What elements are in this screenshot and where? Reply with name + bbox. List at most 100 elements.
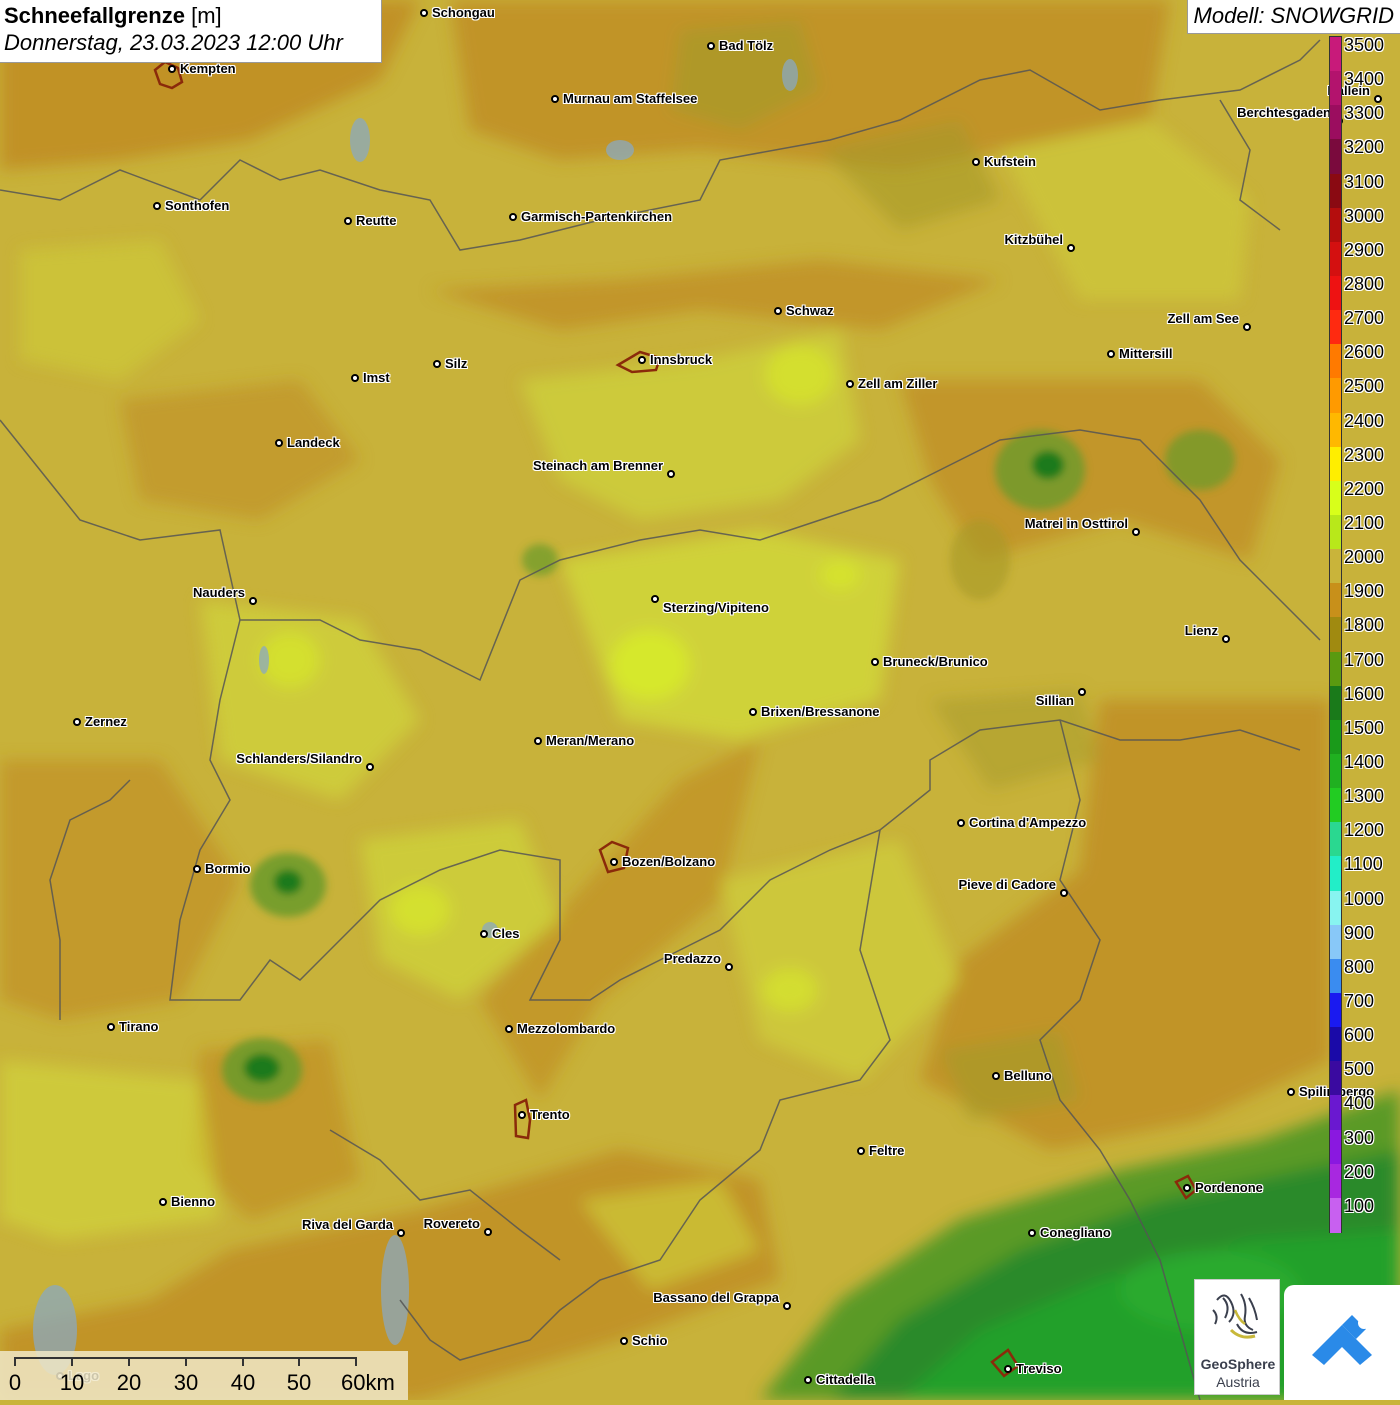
city-label[interactable]: Conegliano	[1040, 1225, 1111, 1240]
city-dot	[774, 307, 782, 315]
city-label[interactable]: Feltre	[869, 1143, 904, 1158]
scale-tick	[185, 1357, 187, 1366]
legend-swatch	[1330, 719, 1341, 755]
legend-label: 1300	[1344, 786, 1385, 807]
legend-label: 800	[1344, 956, 1375, 977]
city-label[interactable]: Kempten	[180, 61, 236, 76]
city-label[interactable]: Cittadella	[816, 1372, 875, 1387]
city-dot	[725, 963, 733, 971]
legend-label: 2700	[1344, 308, 1385, 329]
city-label[interactable]: Treviso	[1016, 1361, 1062, 1376]
city-dot	[344, 217, 352, 225]
city-dot	[957, 819, 965, 827]
city-label[interactable]: Lienz	[1185, 623, 1218, 638]
scale-tick	[71, 1357, 73, 1366]
city-dot	[505, 1025, 513, 1033]
legend-swatch	[1330, 37, 1341, 72]
city-label[interactable]: Nauders	[193, 585, 245, 600]
legend-label: 500	[1344, 1059, 1375, 1080]
city-dot	[992, 1072, 1000, 1080]
legend-label: 2300	[1344, 444, 1385, 465]
scale-tick	[242, 1357, 244, 1366]
city-label[interactable]: Bad Tölz	[719, 38, 773, 53]
city-label[interactable]: Berchtesgaden	[1237, 105, 1331, 120]
city-dot	[1374, 95, 1382, 103]
city-label[interactable]: Bozen/Bolzano	[622, 854, 715, 869]
city-label[interactable]: Kitzbühel	[1005, 232, 1064, 247]
city-label[interactable]: Mezzolombardo	[517, 1021, 615, 1036]
legend-swatch	[1330, 515, 1341, 550]
legend-label: 3200	[1344, 137, 1385, 158]
legend-label: 3500	[1344, 35, 1385, 55]
city-label[interactable]: Cortina d'Ampezzo	[969, 815, 1086, 830]
legend-swatch	[1330, 788, 1341, 823]
city-dot	[871, 658, 879, 666]
city-label[interactable]: Bruneck/Brunico	[883, 654, 988, 669]
city-label[interactable]: Bassano del Grappa	[653, 1290, 779, 1305]
legend-label: 300	[1344, 1127, 1375, 1148]
city-label[interactable]: Predazzo	[664, 951, 721, 966]
city-dot	[1222, 635, 1230, 643]
legend-swatch	[1330, 139, 1341, 175]
city-label[interactable]: Trento	[530, 1107, 570, 1122]
city-label[interactable]: Schio	[632, 1333, 667, 1348]
city-dot	[749, 708, 757, 716]
geosphere-austria-logo[interactable]: GeoSphere Austria	[1194, 1279, 1280, 1395]
city-label[interactable]: Zell am Ziller	[858, 376, 937, 391]
city-label[interactable]: Mittersill	[1119, 346, 1172, 361]
city-label[interactable]: Matrei in Osttirol	[1025, 516, 1128, 531]
city-label[interactable]: Zernez	[85, 714, 127, 729]
city-label[interactable]: Pordenone	[1195, 1180, 1263, 1195]
city-label[interactable]: Steinach am Brenner	[533, 458, 663, 473]
city-label[interactable]: Landeck	[287, 435, 340, 450]
legend-label: 900	[1344, 922, 1375, 943]
legend-swatch	[1330, 241, 1341, 277]
city-label[interactable]: Zell am See	[1167, 311, 1239, 326]
city-dot	[534, 737, 542, 745]
legend-label: 1900	[1344, 581, 1385, 602]
city-label[interactable]: Garmisch-Partenkirchen	[521, 209, 672, 224]
city-label[interactable]: Innsbruck	[650, 352, 712, 367]
scale-label: 30	[173, 1370, 199, 1395]
city-label[interactable]: Silz	[445, 356, 467, 371]
city-dot	[1183, 1184, 1191, 1192]
city-dot	[168, 65, 176, 73]
city-label[interactable]: Pieve di Cadore	[958, 877, 1056, 892]
map-title: Schneefallgrenze [m]	[4, 3, 222, 28]
legend-label: 3000	[1344, 205, 1385, 226]
city-label[interactable]: Schwaz	[786, 303, 834, 318]
city-label[interactable]: Schlanders/Silandro	[236, 751, 362, 766]
city-label[interactable]: Tirano	[119, 1019, 159, 1034]
legend-label: 1100	[1344, 854, 1383, 875]
scale-tick	[128, 1357, 130, 1366]
scale-label: 20	[116, 1370, 142, 1395]
legend-label: 2500	[1344, 376, 1385, 397]
app-logo[interactable]	[1284, 1285, 1400, 1400]
city-label[interactable]: Imst	[363, 370, 390, 385]
city-label[interactable]: Bormio	[205, 861, 251, 876]
city-dot	[610, 858, 618, 866]
legend-label: 3100	[1344, 171, 1385, 192]
city-label[interactable]: Sillian	[1036, 693, 1074, 708]
city-label[interactable]: Reutte	[356, 213, 396, 228]
city-dot	[651, 595, 659, 603]
legend-label: 3300	[1344, 103, 1385, 124]
city-label[interactable]: Kufstein	[984, 154, 1036, 169]
legend-swatch	[1330, 1197, 1341, 1233]
city-label[interactable]: Meran/Merano	[546, 733, 634, 748]
city-dot	[351, 374, 359, 382]
city-label[interactable]: Belluno	[1004, 1068, 1052, 1083]
city-label[interactable]: Riva del Garda	[302, 1217, 393, 1232]
city-label[interactable]: Sterzing/Vipiteno	[663, 600, 769, 615]
city-label[interactable]: Murnau am Staffelsee	[563, 91, 697, 106]
city-label[interactable]: Schongau	[432, 5, 495, 20]
city-label[interactable]: Rovereto	[424, 1216, 480, 1231]
city-label[interactable]: Sonthofen	[165, 198, 229, 213]
city-label[interactable]: Bienno	[171, 1194, 215, 1209]
city-label[interactable]: Cles	[492, 926, 519, 941]
city-label[interactable]: Brixen/Bressanone	[761, 704, 880, 719]
city-dot	[846, 380, 854, 388]
city-dot	[249, 597, 257, 605]
legend-swatch	[1330, 446, 1341, 482]
city-dot	[1067, 244, 1075, 252]
